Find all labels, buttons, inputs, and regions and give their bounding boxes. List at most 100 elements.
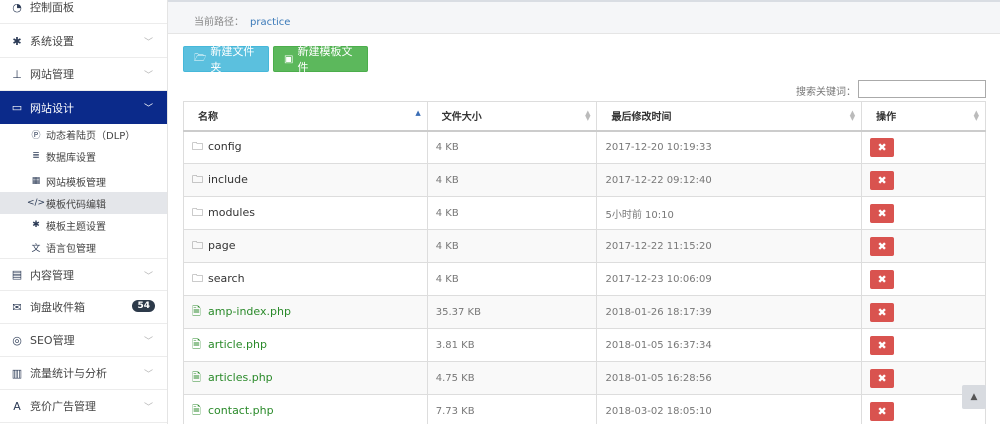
sidebar-item-analytics[interactable]: ▥ 流量统计与分析 ﹀ [0,357,167,390]
folder-icon: 🗀 [192,238,203,252]
new-template-file-button[interactable]: ▣ 新建模板文件 [273,45,368,74]
sidebar-item-system-settings[interactable]: ✱ 系统设置 ﹀ [0,25,167,58]
sidebar-item-label: 网站管理 [30,68,74,81]
close-icon: ✖ [877,173,887,187]
ad-icon: A [13,399,21,413]
sidebar-subitem-templates[interactable]: ▦ 网站模板管理 [0,170,167,192]
actions-cell: ✖ [861,328,986,362]
actions-cell: ✖ [861,163,986,197]
file-name-cell[interactable]: 🗎 article.php [183,328,428,362]
target-icon: ◎ [12,333,22,347]
file-name[interactable]: article.php [208,338,267,351]
file-name-cell[interactable]: 🗎 amp-index.php [183,295,428,329]
file-size-cell: 35.37 KB [426,295,598,329]
delete-button[interactable]: ✖ [870,335,895,355]
sidebar-subitem-database[interactable]: ≣ 数据库设置 [0,145,167,167]
file-size-cell: 3.81 KB [426,328,598,362]
file-name-cell[interactable]: 🗀 modules [183,196,428,230]
folder-icon: 🗀 [192,139,203,153]
sidebar-item-label: 系统设置 [30,35,74,48]
dashboard-icon: ◔ [12,0,22,14]
file-size-cell: 4 KB [426,196,598,230]
file-name-cell[interactable]: 🗀 page [183,229,428,263]
file-name[interactable]: modules [208,206,255,219]
file-name-cell[interactable]: 🗎 articles.php [183,361,428,395]
sidebar-subitem-dlp[interactable]: Ⓟ 动态着陆页（DLP） [0,123,167,145]
chevron-down-icon: ﹀ [143,38,153,48]
file-size: 4 KB [435,174,459,186]
scroll-top-button[interactable]: ▲ [962,385,986,409]
file-name-cell[interactable]: 🗀 config [183,130,428,164]
file-name[interactable]: amp-index.php [208,305,291,318]
code-icon: </> [26,198,46,208]
close-icon: ✖ [877,239,887,253]
delete-button[interactable]: ✖ [870,137,895,157]
table-row: 🗀 search 4 KB 2017-12-23 10:06:09 ✖ [183,262,986,296]
file-name[interactable]: include [208,173,248,186]
table-header-row: 名称 ▲ 文件大小 ▲ ▼ 最后修改时间 ▲ ▼ 操作 ▲ ▼ [183,101,986,132]
sidebar-subitem-code-edit[interactable]: </> 模板代码编辑 [0,192,167,214]
button-label: 新建模板文件 [297,45,353,74]
sidebar-item-seo[interactable]: ◎ SEO管理 ﹀ [0,324,167,357]
modified-cell: 2018-03-02 18:05:10 [596,394,863,424]
file-size-cell: 4 KB [426,229,598,263]
file-size: 4 KB [435,273,459,285]
file-name-cell[interactable]: 🗀 search [183,262,428,296]
file-name[interactable]: contact.php [208,404,274,417]
delete-button[interactable]: ✖ [870,203,895,223]
sidebar-subitem-language[interactable]: 文 语言包管理 [0,236,167,258]
sidebar-subitem-theme[interactable]: ✱ 模板主题设置 [0,214,167,236]
column-header-size[interactable]: 文件大小 ▲ ▼ [426,101,598,132]
column-header-name[interactable]: 名称 ▲ [183,101,428,132]
sidebar-subitem-label: 模板主题设置 [46,221,106,233]
table-row: 🗀 modules 4 KB 5小时前 10:10 ✖ [183,196,986,230]
sidebar-item-dashboard[interactable]: ◔ 控制面板 [0,0,167,24]
chevron-up-icon: ▲ [970,392,978,402]
breadcrumb-link[interactable]: practice [250,17,290,28]
sidebar-item-ads[interactable]: A 竞价广告管理 ﹀ [0,390,167,423]
sidebar-item-site-management[interactable]: ⊥ 网站管理 ﹀ [0,58,167,91]
delete-button[interactable]: ✖ [870,302,895,322]
delete-button[interactable]: ✖ [870,401,895,421]
delete-button[interactable]: ✖ [870,236,895,256]
delete-button[interactable]: ✖ [870,269,895,289]
column-header-modified[interactable]: 最后修改时间 ▲ ▼ [596,101,863,132]
sidebar-item-content[interactable]: ▤ 内容管理 ﹀ [0,258,167,291]
column-header-actions[interactable]: 操作 ▲ ▼ [861,101,986,132]
sitemap-icon: ⊥ [12,67,22,81]
sidebar-item-site-design[interactable]: ▭ 网站设计 ﹀ [0,91,167,124]
sidebar-subitem-label: 动态着陆页（DLP） [46,130,136,142]
file-name-cell[interactable]: 🗀 include [183,163,428,197]
file-name[interactable]: articles.php [208,371,273,384]
sidebar-item-label: 控制面板 [30,1,74,14]
file-size-cell: 4 KB [426,163,598,197]
modified-time: 2017-12-20 10:19:33 [605,141,712,153]
file-name-cell[interactable]: 🗎 contact.php [183,394,428,424]
new-folder-button[interactable]: 🗁 新建文件夹 [183,45,269,74]
table-row: 🗀 config 4 KB 2017-12-20 10:19:33 ✖ [183,130,986,164]
file-size: 35.37 KB [435,306,481,318]
file-code-icon: 🗎 [192,304,201,318]
file-size: 7.73 KB [435,405,475,417]
folder-icon: 🗀 [192,172,203,186]
search-input[interactable] [858,80,986,98]
modified-cell: 2018-01-26 18:17:39 [596,295,863,329]
sidebar-item-label: SEO管理 [30,334,75,347]
file-name[interactable]: search [208,272,245,285]
delete-button[interactable]: ✖ [870,170,895,190]
modified-time: 2018-01-05 16:37:34 [605,339,712,351]
chevron-down-icon: ﹀ [143,370,153,380]
button-label: 新建文件夹 [210,45,255,74]
breadcrumb-bar: 当前路径： practice [168,0,1000,34]
actions-cell: ✖ [861,262,986,296]
delete-button[interactable]: ✖ [870,368,895,388]
close-icon: ✖ [877,305,887,319]
modified-cell: 2017-12-23 10:06:09 [596,262,863,296]
sort-icon: ▲ ▼ [849,109,856,122]
file-name[interactable]: page [208,239,235,252]
table-row: 🗀 page 4 KB 2017-12-22 11:15:20 ✖ [183,229,986,263]
sidebar-item-inbox[interactable]: ✉ 询盘收件箱 54 [0,291,167,324]
book-icon: ▤ [11,268,23,281]
chevron-down-icon: ﹀ [143,71,153,81]
file-name[interactable]: config [208,140,242,153]
